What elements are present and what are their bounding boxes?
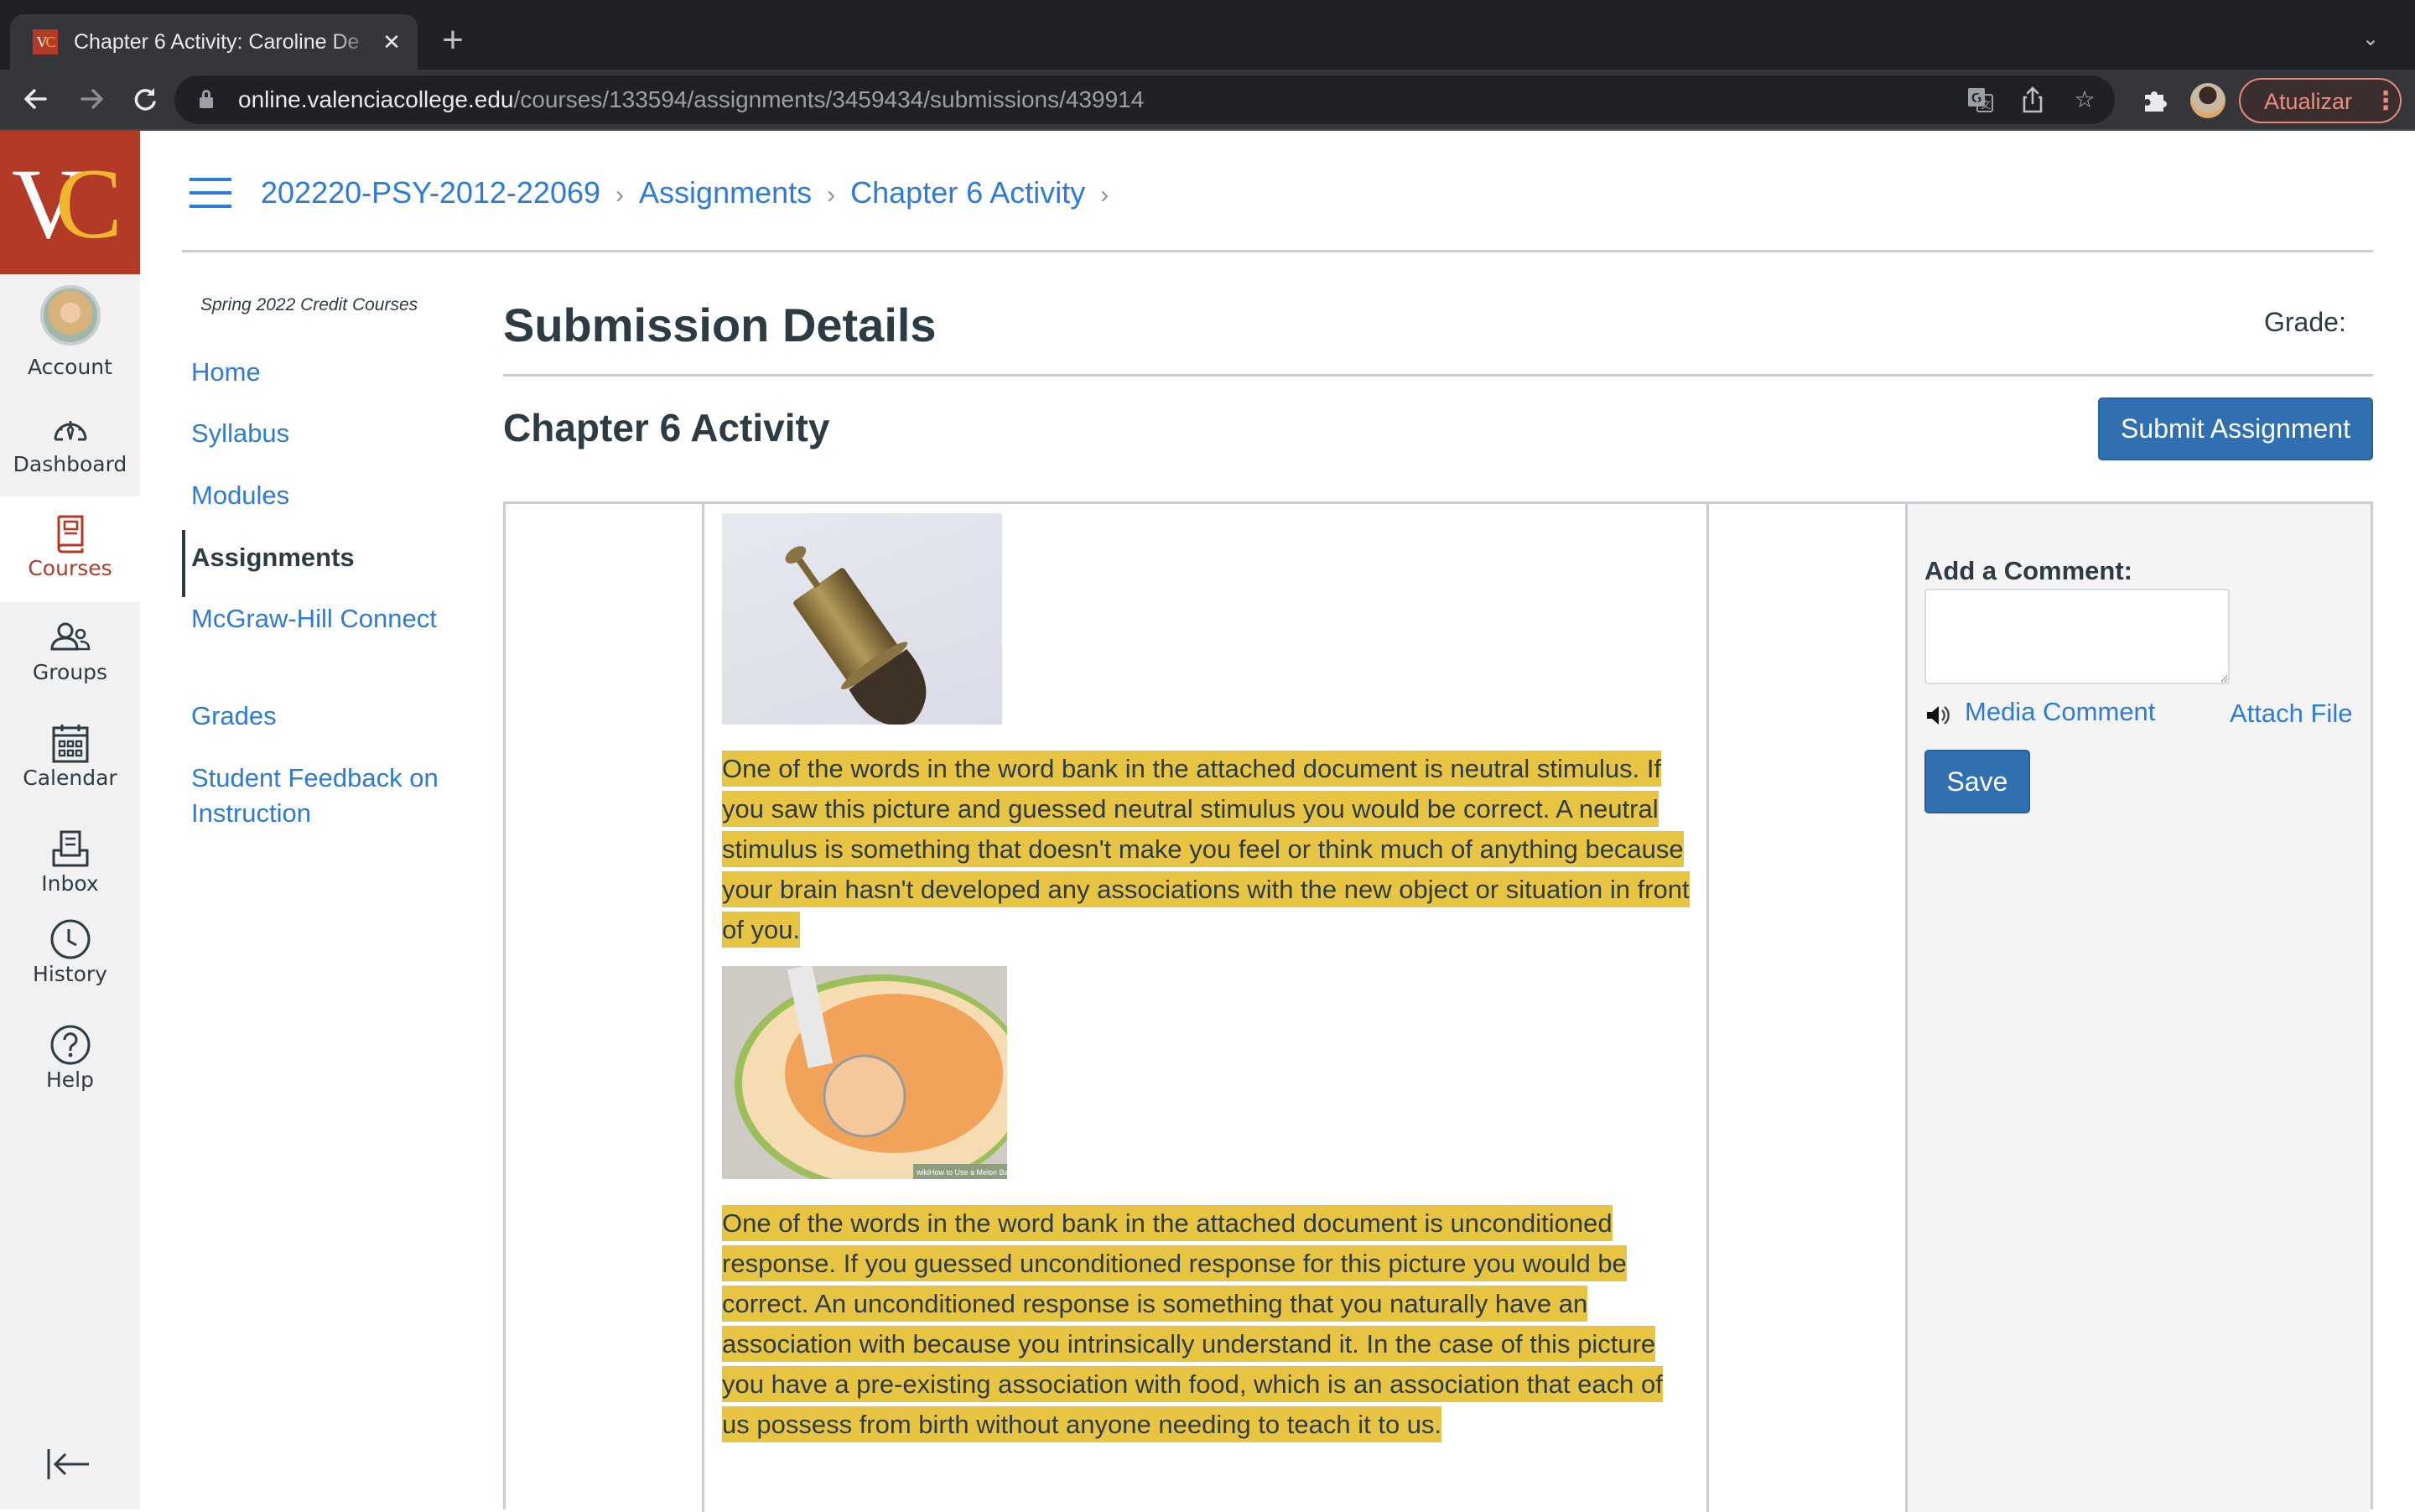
comment-panel: Add a Comment: Media Comment Attach File…	[1908, 504, 2371, 1512]
hamburger-menu-icon[interactable]	[190, 178, 231, 208]
lock-icon[interactable]	[200, 90, 213, 108]
global-nav-inbox[interactable]: Inbox	[0, 827, 140, 897]
global-nav-account[interactable]: Account	[0, 285, 140, 381]
course-nav-grades[interactable]: Grades	[191, 699, 468, 734]
submission-table: One of the words in the word bank in the…	[503, 501, 2373, 1512]
global-nav-label: Courses	[28, 556, 112, 580]
reload-icon[interactable]	[124, 78, 166, 120]
global-nav-label: Dashboard	[13, 452, 127, 476]
browser-tab-bar: VC Chapter 6 Activity: Caroline De ✕ + ⌄	[0, 0, 2415, 70]
global-nav-history[interactable]: History	[0, 917, 140, 988]
breadcrumb-assignments[interactable]: Assignments	[639, 175, 812, 210]
melon-baller-image: wikiHow to Use a Melon Baller	[722, 966, 1007, 1179]
share-icon[interactable]	[2018, 85, 2048, 115]
global-nav-calendar[interactable]: Calendar	[0, 721, 140, 792]
breadcrumb: 202220-PSY-2012-22069 › Assignments › Chapte…	[261, 173, 1124, 213]
grade-label: Grade:	[2264, 307, 2346, 337]
global-nav-label: Account	[28, 355, 112, 379]
global-nav: VC Account Dashboard Courses Groups Cale…	[0, 131, 140, 1509]
url-text[interactable]: online.valenciacollege.edu/courses/13359…	[238, 86, 1144, 114]
close-tab-icon[interactable]: ✕	[379, 28, 404, 56]
help-icon	[50, 1025, 90, 1065]
extensions-icon[interactable]	[2140, 85, 2170, 115]
title-divider	[503, 374, 2373, 377]
forward-icon[interactable]	[70, 78, 112, 120]
courses-icon	[57, 515, 83, 553]
page-title: Submission Details	[503, 299, 937, 351]
comment-input[interactable]	[1924, 589, 2230, 684]
calendar-icon	[52, 725, 88, 763]
vc-favicon-icon: VC	[33, 29, 58, 55]
address-bar[interactable]: online.valenciacollege.edu/courses/13359…	[174, 75, 2115, 124]
collapse-nav-icon[interactable]	[45, 1447, 96, 1481]
back-icon[interactable]	[15, 78, 57, 120]
tab-list-icon[interactable]: ⌄	[2358, 27, 2383, 52]
translate-icon[interactable]: G文	[1966, 85, 1996, 115]
global-nav-label: Help	[46, 1068, 94, 1092]
image-watermark: wikiHow to Use a Melon Baller	[916, 1168, 1007, 1177]
column-divider	[702, 504, 704, 1512]
global-nav-groups[interactable]: Groups	[0, 616, 140, 686]
chevron-right-icon: ›	[615, 181, 625, 209]
speaker-icon	[1927, 706, 1950, 725]
term-label: Spring 2022 Credit Courses	[200, 295, 418, 314]
browser-tab[interactable]: VC Chapter 6 Activity: Caroline De ✕	[10, 14, 418, 70]
course-nav-home[interactable]: Home	[191, 355, 468, 390]
attach-file-link[interactable]: Attach File	[2230, 699, 2352, 729]
menu-icon[interactable]: ⋮	[2373, 86, 2398, 117]
svg-text:文: 文	[1981, 98, 1991, 111]
header-divider	[182, 250, 2373, 252]
groups-icon	[49, 622, 90, 651]
bookmark-star-icon[interactable]: ☆	[2070, 85, 2100, 115]
assignment-title: Chapter 6 Activity	[503, 406, 830, 449]
course-nav-student-feedback[interactable]: Student Feedback on Instruction	[191, 761, 468, 831]
global-nav-help[interactable]: Help	[0, 1023, 140, 1094]
dashboard-icon	[54, 421, 86, 441]
column-divider	[1706, 504, 1709, 1512]
add-comment-label: Add a Comment:	[1924, 556, 2132, 585]
media-comment-link[interactable]: Media Comment	[1965, 697, 2155, 727]
browser-toolbar: online.valenciacollege.edu/courses/13359…	[0, 70, 2415, 131]
global-nav-dashboard[interactable]: Dashboard	[0, 408, 140, 478]
inbox-icon	[52, 830, 88, 867]
vc-logo[interactable]: VC	[0, 131, 140, 274]
course-nav-modules[interactable]: Modules	[191, 478, 468, 513]
global-nav-courses[interactable]: Courses	[0, 496, 140, 602]
global-nav-label: Inbox	[41, 871, 99, 896]
course-nav-mcgraw-hill-connect[interactable]: McGraw-Hill Connect	[191, 601, 468, 636]
breadcrumb-assignment[interactable]: Chapter 6 Activity	[850, 175, 1085, 210]
submit-assignment-button[interactable]: Submit Assignment	[2098, 397, 2373, 460]
tab-title: Chapter 6 Activity: Caroline De	[74, 30, 360, 54]
history-icon	[50, 919, 90, 959]
essay-paragraph: One of the words in the word bank in the…	[722, 749, 1695, 950]
save-comment-button[interactable]: Save	[1924, 750, 2030, 813]
essay-paragraph: One of the words in the word bank in the…	[722, 1203, 1695, 1445]
breadcrumb-course[interactable]: 202220-PSY-2012-22069	[261, 175, 600, 210]
global-nav-label: History	[33, 962, 107, 986]
new-tab-button[interactable]: +	[436, 22, 470, 60]
chevron-right-icon: ›	[1100, 181, 1109, 209]
course-nav-assignments[interactable]: Assignments	[182, 530, 468, 597]
global-nav-label: Calendar	[23, 766, 117, 790]
profile-avatar[interactable]	[2190, 83, 2225, 118]
brass-brush-image	[722, 513, 1002, 725]
chevron-right-icon: ›	[827, 181, 836, 209]
avatar	[39, 285, 101, 346]
course-nav-syllabus[interactable]: Syllabus	[191, 416, 468, 451]
global-nav-label: Groups	[32, 660, 108, 684]
update-button[interactable]: Atualizar ⋮	[2239, 78, 2402, 123]
